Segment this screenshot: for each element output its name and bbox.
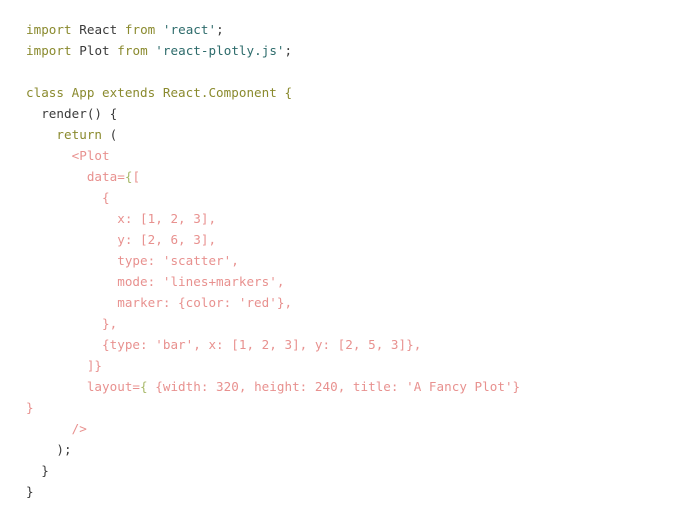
code-token: }, xyxy=(26,316,118,331)
code-line: ); xyxy=(26,439,520,460)
code-token: return xyxy=(56,127,103,142)
code-line: import Plot from 'react-plotly.js'; xyxy=(26,40,520,61)
code-line: } xyxy=(26,397,520,418)
code-token: import xyxy=(26,43,72,58)
code-listing: import React from 'react'; import Plot fr… xyxy=(26,19,520,502)
code-line: type: 'scatter', xyxy=(26,250,520,271)
code-token: ( xyxy=(102,127,118,142)
code-line: x: [1, 2, 3], xyxy=(26,208,520,229)
code-token: marker: {color: 'red'}, xyxy=(26,295,293,310)
code-line: marker: {color: 'red'}, xyxy=(26,292,520,313)
code-line: class App extends React.Component { xyxy=(26,82,520,103)
code-token: {width: 320, height: 240, title: 'A Fanc… xyxy=(147,379,521,394)
code-token: ]} xyxy=(26,358,103,373)
code-token: 'react-plotly.js' xyxy=(155,43,285,58)
code-token: layout= xyxy=(26,379,141,394)
code-token: import xyxy=(26,22,72,37)
code-line: layout={ {width: 320, height: 240, title… xyxy=(26,376,520,397)
code-line: y: [2, 6, 3], xyxy=(26,229,520,250)
code-line: return ( xyxy=(26,124,520,145)
code-line: render() { xyxy=(26,103,520,124)
code-token: type: 'scatter', xyxy=(26,253,239,268)
code-line: } xyxy=(26,481,520,502)
code-line: import React from 'react'; xyxy=(26,19,520,40)
code-token: <Plot xyxy=(26,148,110,163)
code-token: from xyxy=(117,43,148,58)
code-line: } xyxy=(26,460,520,481)
code-token: } xyxy=(26,484,34,499)
code-token: from xyxy=(124,22,156,37)
code-line: }, xyxy=(26,313,520,334)
code-token: ); xyxy=(26,442,72,457)
code-token: data= xyxy=(26,169,125,184)
code-line: { xyxy=(26,187,520,208)
code-token: Plot xyxy=(79,43,110,58)
code-token: class App extends React.Component { xyxy=(26,85,293,100)
code-token: ; xyxy=(216,22,224,37)
code-token: 'react' xyxy=(162,22,217,37)
code-token: x: [1, 2, 3], xyxy=(26,211,217,226)
code-token: {type: 'bar', x: [1, 2, 3], y: [2, 5, 3]… xyxy=(26,337,422,352)
code-line: /> xyxy=(26,418,520,439)
code-line: ]} xyxy=(26,355,520,376)
code-token: { xyxy=(140,379,148,394)
code-token: [ xyxy=(132,169,141,184)
code-token: ; xyxy=(284,43,293,58)
code-token: /> xyxy=(26,421,87,436)
code-token: } xyxy=(26,400,34,415)
code-token: y: [2, 6, 3], xyxy=(26,232,217,247)
code-token: } xyxy=(26,463,49,478)
code-token: mode: 'lines+markers', xyxy=(26,274,285,289)
code-line: {type: 'bar', x: [1, 2, 3], y: [2, 5, 3]… xyxy=(26,334,520,355)
code-token: React xyxy=(79,22,118,37)
code-line: data={[ xyxy=(26,166,520,187)
code-token: render() { xyxy=(26,106,118,121)
code-line: <Plot xyxy=(26,145,520,166)
code-line: mode: 'lines+markers', xyxy=(26,271,520,292)
code-token: { xyxy=(26,190,110,205)
